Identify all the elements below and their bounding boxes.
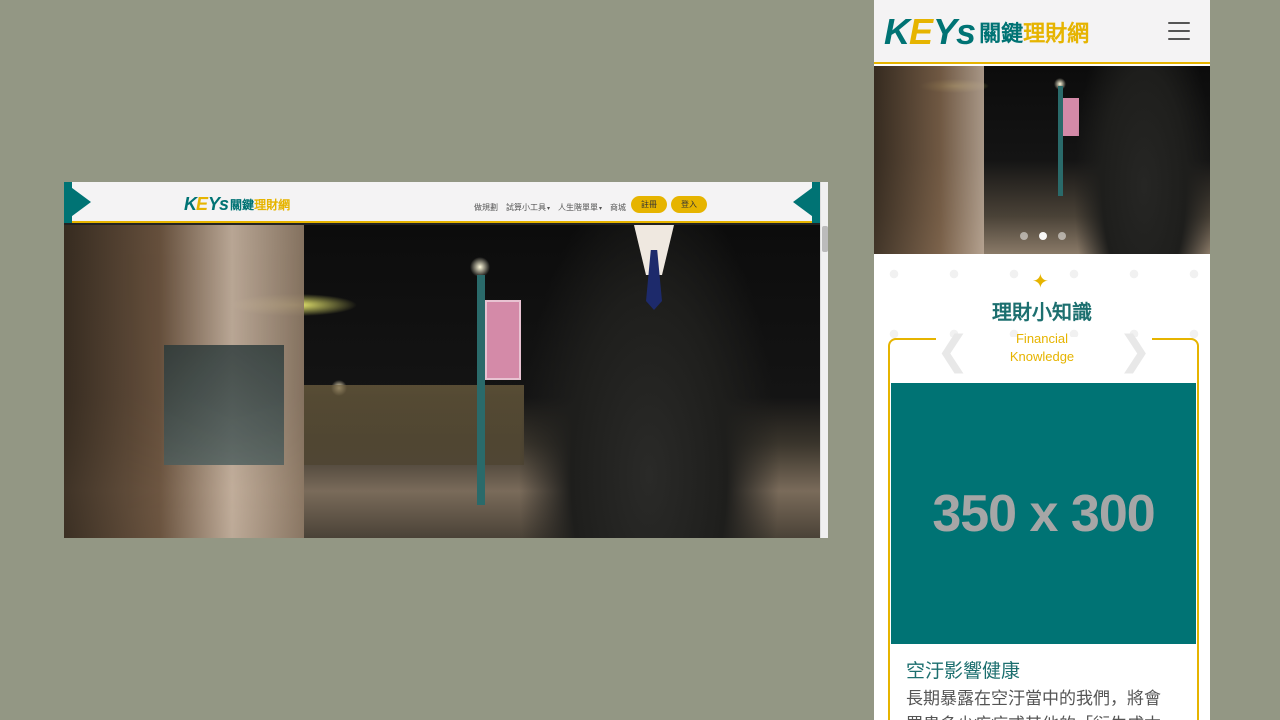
hamburger-line [1168,30,1190,32]
logo-chinese: 關鍵理財網 [979,16,1089,48]
scrollbar[interactable] [820,182,828,538]
logo-letter-k: K [184,194,197,214]
register-button[interactable]: 註冊 [631,196,667,213]
logo-zh-part2: 理財網 [254,198,291,212]
section-subtitle-line: Financial [1015,331,1069,346]
caret-down-icon: ▾ [599,206,603,212]
nav-item-life-stage[interactable]: 人生階單單▾ [558,202,602,213]
nav-item-plan[interactable]: 做規劃 [474,202,498,213]
section-subtitle-line: Knowledge [1009,349,1075,364]
desktop-header: KEYs 關鍵理財網 做規劃 試算小工具▾ 人生階單單▾ 商城 註冊 登入 [64,182,820,223]
logo-letter-e: E [909,11,934,52]
nav-item-tools[interactable]: 試算小工具▾ [506,202,550,213]
article-title[interactable]: 空汙影響健康 [906,656,1020,683]
logo-zh-part1: 關鍵 [979,21,1024,46]
hero-man-in-suit [1074,66,1210,254]
logo-zh-part2: 理財網 [1023,21,1090,46]
carousel-dot[interactable] [1058,232,1066,240]
section-subtitle: Financial Knowledge [874,330,1210,366]
header-corner-left-arrow [64,182,91,222]
logo-letters-ys: Ys [933,11,976,52]
mobile-header: KEYs 關鍵理財網 [874,0,1210,64]
carousel-indicators [1020,232,1066,240]
mobile-preview: KEYs 關鍵理財網 ❮ ❯ ✦ 理財小知識 Financial Knowled… [874,0,1210,720]
hero-storefront [64,225,304,538]
hero-image [64,225,820,538]
hero-storefront [874,66,984,254]
logo-wordmark: KEYs [184,194,229,215]
scrollbar-thumb[interactable] [822,226,828,252]
nav-item-label: 做規劃 [474,203,498,212]
desktop-nav: 做規劃 試算小工具▾ 人生階單單▾ 商城 [474,202,626,213]
hero-banner [485,300,521,380]
knowledge-section: ❮ ❯ ✦ 理財小知識 Financial Knowledge 350 x 30… [874,254,1210,720]
placeholder-label: 350 x 300 [932,484,1155,543]
logo-zh-part1: 關鍵 [230,198,255,212]
hamburger-icon[interactable] [1168,22,1190,40]
desktop-preview: KEYs 關鍵理財網 做規劃 試算小工具▾ 人生階單單▾ 商城 註冊 登入 [64,182,828,538]
article-excerpt: 長期暴露在空汙當中的我們，將會罹患多少疾病或其他的「衍生成本」 [906,689,1178,720]
caret-down-icon: ▾ [547,206,551,212]
auth-buttons: 註冊 登入 [631,196,707,213]
carousel-dot[interactable] [1020,232,1028,240]
nav-item-label: 商城 [610,203,627,212]
section-title: 理財小知識 [992,302,1092,324]
logo-chinese: 關鍵理財網 [230,196,290,213]
site-logo[interactable]: KEYs 關鍵理財網 [184,194,290,215]
hamburger-line [1168,22,1190,24]
article-image-placeholder[interactable]: 350 x 300 [891,383,1196,644]
logo-letters-ys: Ys [208,194,229,214]
logo-letter-k: K [884,11,910,52]
carousel-dot-active[interactable] [1039,232,1047,240]
logo-letter-e: E [196,194,209,214]
nav-item-label: 人生階單單 [558,203,599,212]
nav-item-shop[interactable]: 商城 [610,202,626,213]
header-corner-right-arrow [793,182,820,222]
hero-lamp-post [477,275,485,505]
hero-carousel[interactable] [874,66,1210,254]
hero-shop-window [164,345,284,465]
hamburger-line [1168,38,1190,40]
site-logo[interactable]: KEYs 關鍵理財網 [884,14,1089,50]
logo-wordmark: KEYs [884,11,976,52]
star-icon: ✦ [1032,271,1049,293]
hero-wall [304,385,524,465]
nav-item-label: 試算小工具 [506,203,546,212]
login-button[interactable]: 登入 [671,196,707,213]
